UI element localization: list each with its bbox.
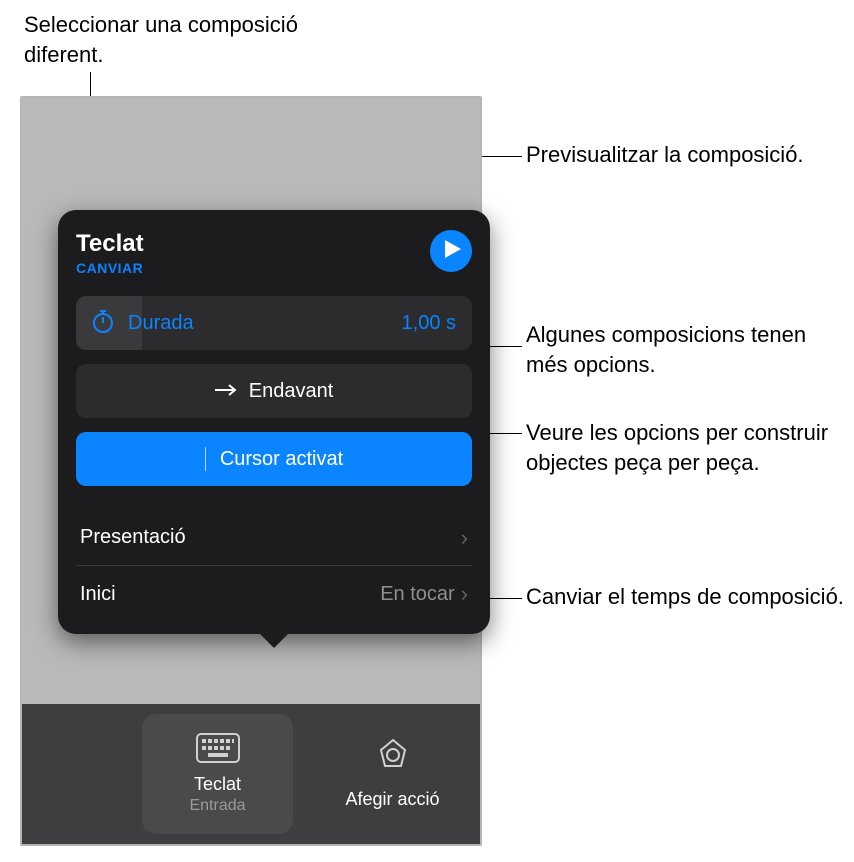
duration-value: 1,00 s [402, 312, 456, 335]
chevron-right-icon: › [461, 581, 468, 607]
editor-canvas: Teclat Entrada Afegir acció Teclat CANVI… [20, 96, 482, 846]
annotation-more-options: Algunes composicions tenen més opcions. [526, 320, 846, 379]
presentation-label: Presentació [80, 526, 186, 549]
text-delivery-label: Cursor activat [220, 448, 343, 471]
annotation-piece-by-piece: Veure les opcions per construir objectes… [526, 418, 846, 477]
build-item-teclat[interactable]: Teclat Entrada [142, 714, 293, 834]
animation-popover: Teclat CANVIAR Durada 1,00 s [58, 210, 490, 634]
direction-button[interactable]: Endavant [76, 364, 472, 418]
start-label: Inici [80, 583, 116, 606]
build-item-label: Afegir acció [345, 789, 439, 810]
popover-arrow [258, 632, 290, 648]
keyboard-icon [196, 733, 240, 768]
presentation-row[interactable]: Presentació › [76, 510, 472, 566]
change-button[interactable]: CANVIAR [76, 260, 144, 276]
start-row[interactable]: Inici En tocar › [76, 566, 472, 622]
direction-label: Endavant [249, 380, 334, 403]
build-item-sublabel: Entrada [189, 797, 245, 815]
duration-slider[interactable]: Durada 1,00 s [76, 296, 472, 350]
stopwatch-icon [92, 309, 114, 338]
annotation-change-timing: Canviar el temps de composició. [526, 582, 844, 612]
play-icon [442, 240, 461, 263]
annotation-preview: Previsualitzar la composició. [526, 140, 804, 170]
cursor-divider-icon [205, 447, 206, 471]
build-item-add-action[interactable]: Afegir acció [317, 714, 468, 834]
chevron-right-icon: › [461, 525, 468, 551]
popover-title: Teclat [76, 230, 144, 258]
action-icon [373, 738, 413, 783]
popover-header: Teclat CANVIAR [76, 230, 472, 276]
start-value: En tocar [380, 583, 454, 606]
preview-button[interactable] [430, 230, 472, 272]
arrow-right-icon [215, 380, 237, 403]
build-item-label: Teclat [194, 774, 241, 795]
duration-label: Durada [128, 312, 402, 335]
build-order-bar: Teclat Entrada Afegir acció [22, 704, 480, 844]
annotation-select-different: Seleccionar una composició diferent. [24, 10, 344, 69]
text-delivery-button[interactable]: Cursor activat [76, 432, 472, 486]
